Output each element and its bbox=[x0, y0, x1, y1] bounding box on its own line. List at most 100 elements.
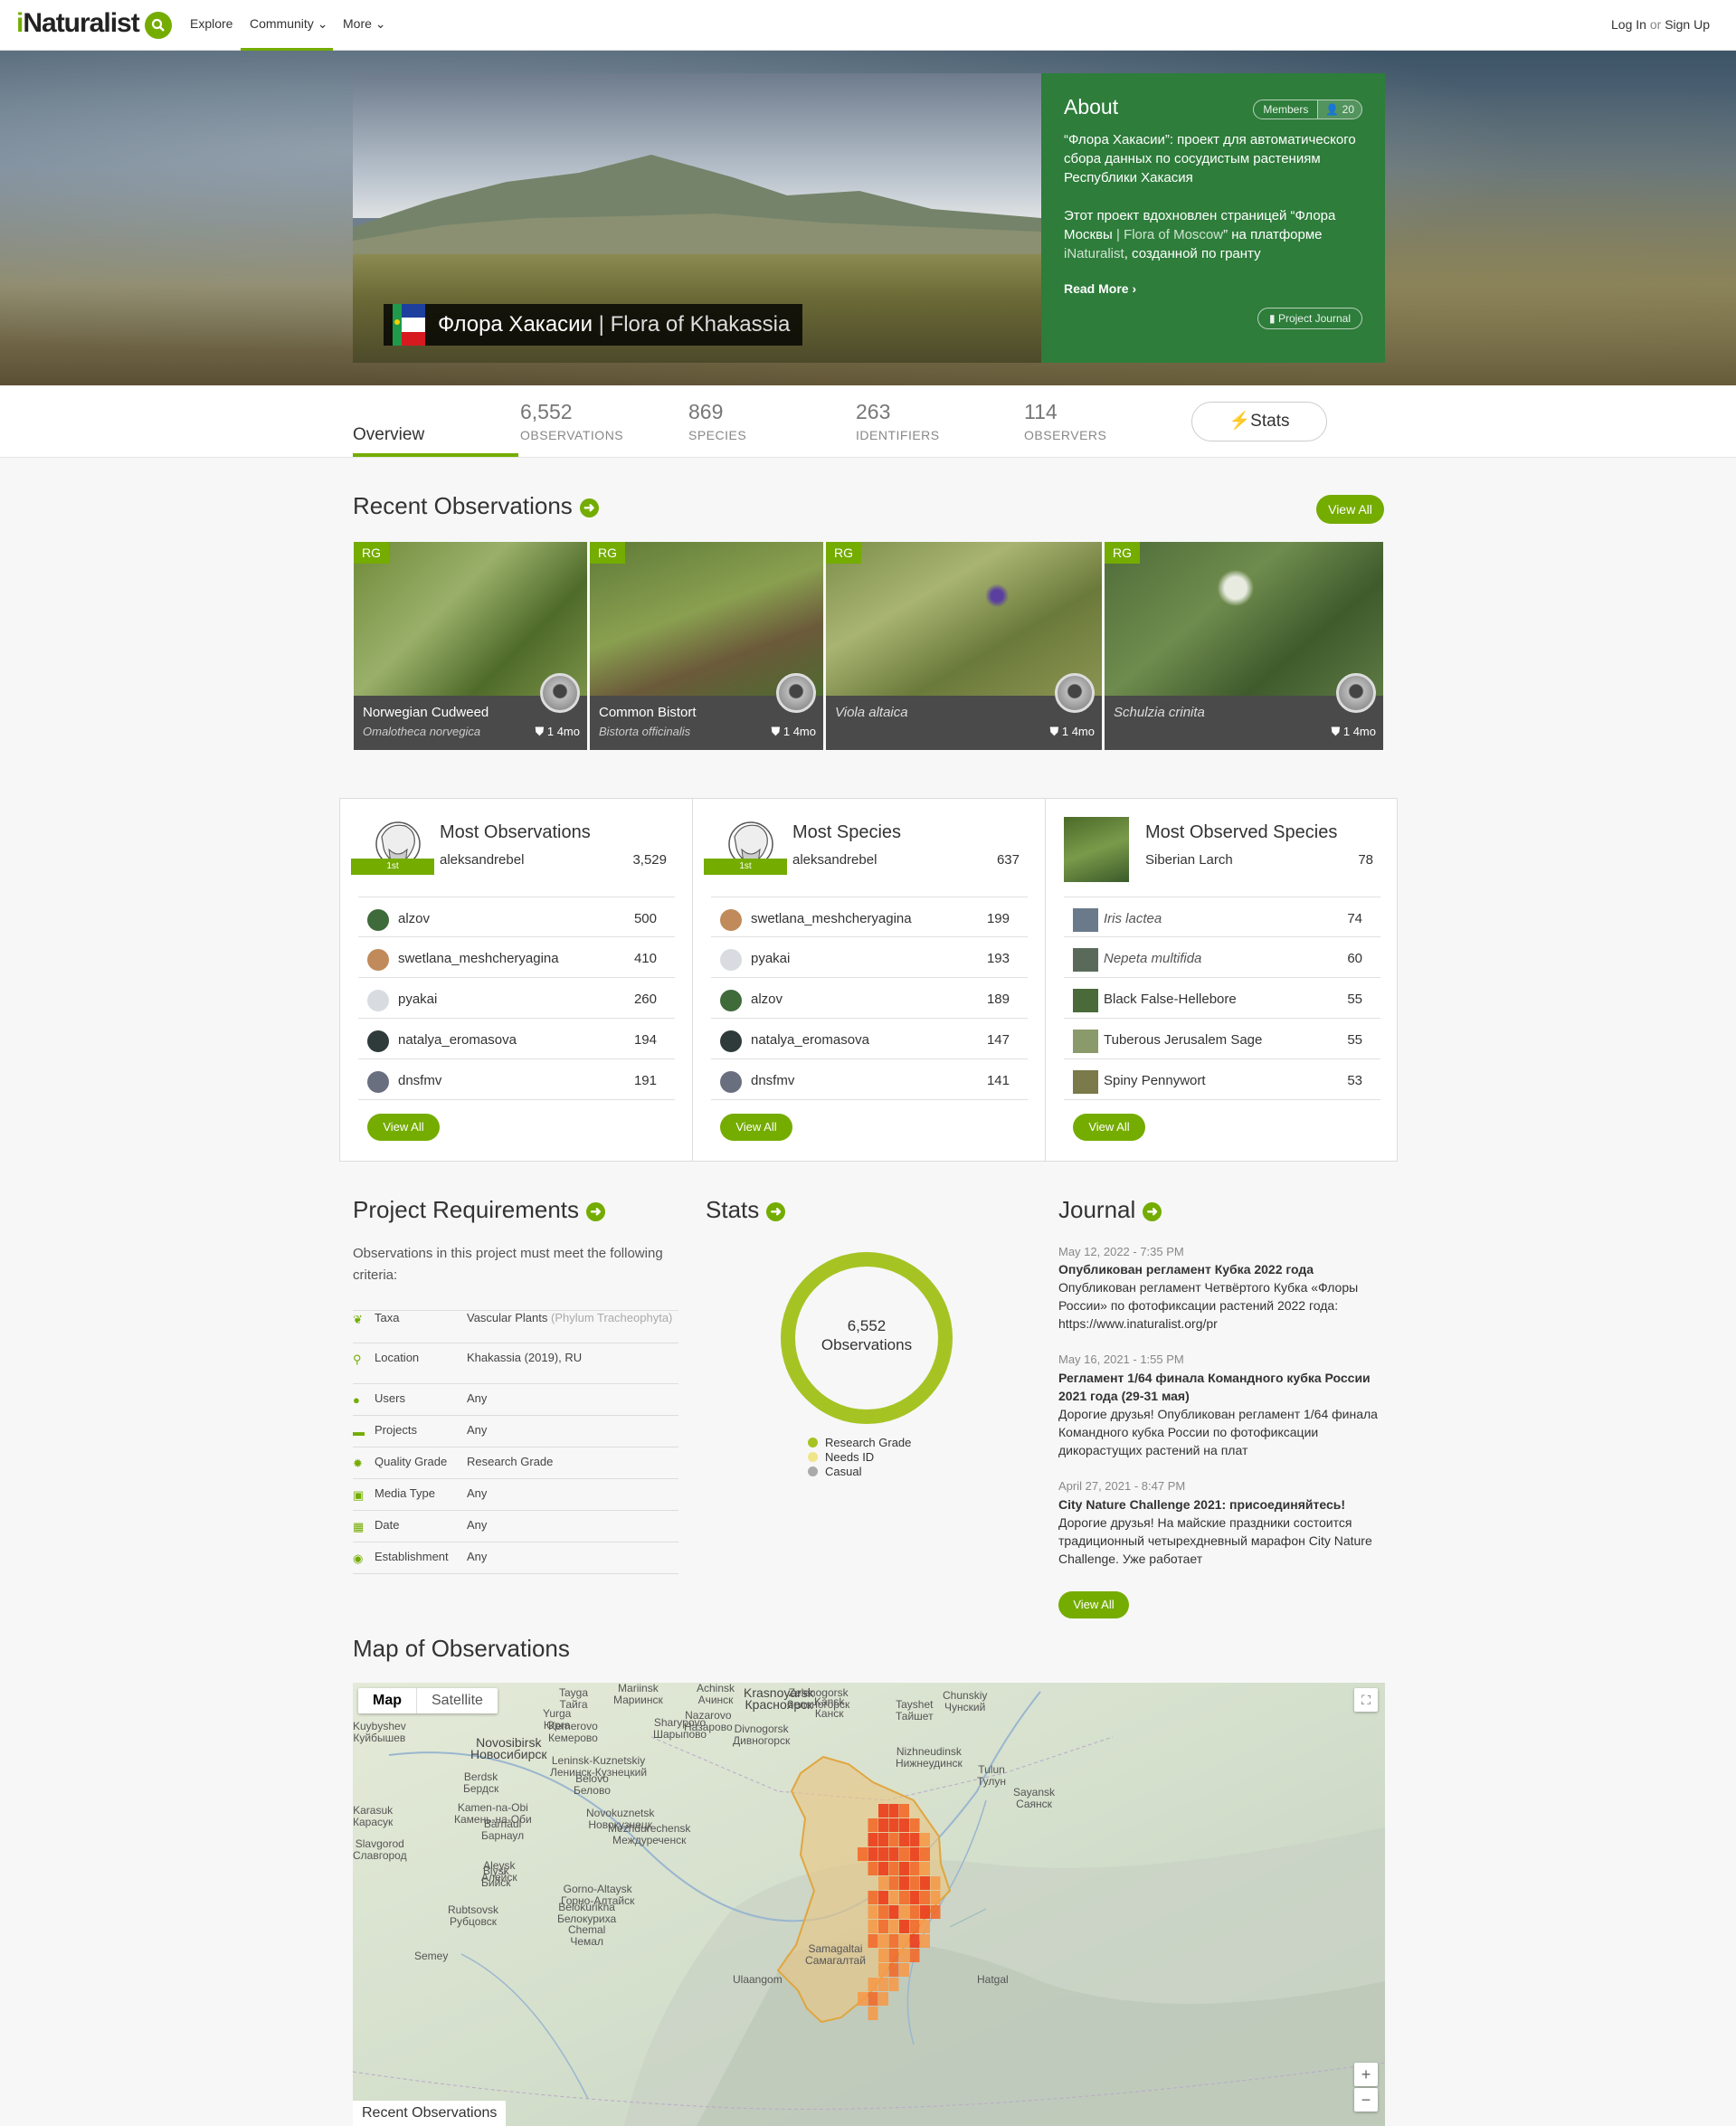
observations-map[interactable]: Novosibirsk Новосибирск Krasnoyarsk Красноя… bbox=[353, 1683, 1385, 2126]
place-link[interactable]: Khakassia (2019), RU bbox=[467, 1351, 582, 1364]
calendar-icon: ▦ bbox=[353, 1520, 365, 1533]
tab-observers[interactable]: 114 OBSERVERS bbox=[1024, 400, 1106, 442]
observation-card[interactable]: RG Common Bistort Bistorta officinalis ⛊… bbox=[590, 542, 823, 750]
journal-view-all-button[interactable]: View All bbox=[1058, 1591, 1129, 1618]
density-cell bbox=[878, 1804, 888, 1818]
most-observations-view-all-button[interactable]: View All bbox=[367, 1114, 440, 1141]
tab-species[interactable]: 869 SPECIES bbox=[688, 400, 746, 442]
observer-avatar[interactable] bbox=[1336, 673, 1376, 713]
density-cell bbox=[878, 1818, 888, 1832]
density-cell bbox=[878, 1847, 888, 1861]
leaderboard-row[interactable]: pyakai 260 bbox=[358, 978, 675, 1019]
project-journal-button[interactable]: ▮ Project Journal bbox=[1257, 308, 1362, 329]
project-requirements-heading[interactable]: Project Requirements ➜ bbox=[353, 1196, 605, 1224]
leaderboard-row[interactable]: dnsfmv 141 bbox=[711, 1059, 1028, 1100]
journal-post-title[interactable]: Регламент 1/64 финала Командного кубка Р… bbox=[1058, 1369, 1384, 1405]
zoom-out-button[interactable]: − bbox=[1354, 2088, 1378, 2112]
top-species-photo[interactable] bbox=[1064, 817, 1129, 882]
signup-link[interactable]: Sign Up bbox=[1665, 17, 1710, 32]
recent-observations-heading[interactable]: Recent Observations ➜ bbox=[353, 492, 599, 520]
nav-more[interactable]: More ⌄ bbox=[343, 16, 386, 32]
stats-button[interactable]: ⚡Stats bbox=[1191, 402, 1327, 441]
map-type-map[interactable]: Map bbox=[358, 1688, 417, 1713]
density-cell bbox=[878, 1833, 888, 1846]
journal-post-title[interactable]: Опубликован регламент Кубка 2022 года bbox=[1058, 1260, 1384, 1278]
map-place-label: Hatgal bbox=[977, 1973, 1009, 1986]
density-cell bbox=[909, 1862, 920, 1875]
zoom-in-button[interactable]: + bbox=[1354, 2063, 1378, 2086]
density-cell bbox=[868, 1920, 878, 1933]
density-cell bbox=[888, 1804, 899, 1818]
login-link[interactable]: Log In bbox=[1611, 17, 1646, 32]
density-cell bbox=[878, 1992, 888, 2006]
stats-heading[interactable]: Stats ➜ bbox=[706, 1196, 786, 1224]
inaturalist-logo[interactable]: iNaturalist bbox=[16, 8, 140, 39]
leaderboard-row[interactable]: alzov 189 bbox=[711, 978, 1028, 1019]
top-user-link[interactable]: aleksandrebel bbox=[792, 852, 877, 868]
density-cell bbox=[868, 1833, 878, 1846]
species-row[interactable]: Black False-Hellebore 55 bbox=[1064, 978, 1380, 1019]
observation-card[interactable]: RG Viola altaica ⛊ 1 4mo bbox=[826, 542, 1102, 750]
most-observed-view-all-button[interactable]: View All bbox=[1073, 1114, 1145, 1141]
nav-community[interactable]: Community ⌄ bbox=[250, 16, 327, 32]
leaderboard-row[interactable]: dnsfmv 191 bbox=[358, 1059, 675, 1100]
density-cell bbox=[909, 1847, 920, 1861]
research-grade-badge: RG bbox=[354, 542, 389, 564]
most-observations-board: 1st Most Observations aleksandrebel 3,52… bbox=[340, 799, 693, 1161]
density-cell bbox=[878, 1862, 888, 1875]
species-row[interactable]: Nepeta multifida 60 bbox=[1064, 937, 1380, 978]
density-cell bbox=[920, 1934, 930, 1948]
tab-identifiers[interactable]: 263 IDENTIFIERS bbox=[856, 400, 940, 442]
species-row[interactable]: Spiny Pennywort 53 bbox=[1064, 1059, 1380, 1100]
legend-dot bbox=[808, 1438, 818, 1447]
species-row[interactable]: Iris lactea 74 bbox=[1064, 897, 1380, 937]
observation-card[interactable]: RG Schulzia crinita ⛊ 1 4mo bbox=[1105, 542, 1383, 750]
leaderboard-row[interactable]: swetlana_meshcheryagina 199 bbox=[711, 897, 1028, 937]
members-button[interactable]: Members 👤 20 bbox=[1253, 100, 1362, 119]
map-heading: Map of Observations bbox=[353, 1635, 570, 1662]
leaderboard-row[interactable]: natalya_eromasova 147 bbox=[711, 1019, 1028, 1059]
density-cell bbox=[899, 1818, 909, 1832]
leaderboard-row[interactable]: alzov 500 bbox=[358, 897, 675, 937]
observer-avatar[interactable] bbox=[776, 673, 816, 713]
fullscreen-icon[interactable]: ⛶ bbox=[1354, 1688, 1378, 1712]
density-cell bbox=[878, 1949, 888, 1962]
observer-avatar[interactable] bbox=[1055, 673, 1095, 713]
density-cell bbox=[909, 1891, 920, 1904]
leaderboard-row[interactable]: natalya_eromasova 194 bbox=[358, 1019, 675, 1059]
journal-post-title[interactable]: City Nature Challenge 2021: присоединяйт… bbox=[1058, 1495, 1384, 1514]
search-icon bbox=[151, 18, 165, 32]
top-species-link[interactable]: Siberian Larch bbox=[1145, 852, 1233, 868]
leaderboard-row[interactable]: pyakai 193 bbox=[711, 937, 1028, 978]
recent-view-all-button[interactable]: View All bbox=[1316, 495, 1384, 524]
nav-explore[interactable]: Explore bbox=[190, 16, 232, 31]
density-cell bbox=[920, 1876, 930, 1890]
map-place-label: Zelenogorsk Зеленогорск bbox=[787, 1686, 850, 1711]
density-cell bbox=[930, 1891, 941, 1904]
tab-overview[interactable]: Overview bbox=[353, 425, 424, 445]
observation-card[interactable]: RG Norwegian Cudweed Omalotheca norvegic… bbox=[354, 542, 587, 750]
map-place-label: Kamen-na-Obi Камень-на-Оби bbox=[454, 1801, 532, 1826]
map-recent-observations-tab[interactable]: Recent Observations bbox=[353, 2101, 507, 2126]
read-more-link[interactable]: Read More › bbox=[1064, 281, 1136, 296]
top-user-count: 637 bbox=[996, 852, 1020, 868]
observation-meta: ⛊ 1 4mo bbox=[1331, 725, 1376, 738]
tab-observations[interactable]: 6,552 OBSERVATIONS bbox=[520, 400, 623, 442]
map-type-satellite[interactable]: Satellite bbox=[417, 1688, 498, 1713]
location-pin-icon: ⚲ bbox=[353, 1352, 362, 1366]
arrow-right-icon: ➜ bbox=[586, 1202, 605, 1221]
observer-avatar[interactable] bbox=[540, 673, 580, 713]
density-cell bbox=[888, 1920, 899, 1933]
most-species-view-all-button[interactable]: View All bbox=[720, 1114, 792, 1141]
search-button[interactable] bbox=[145, 12, 172, 39]
density-cell bbox=[868, 1905, 878, 1919]
observation-common-name: Norwegian Cudweed bbox=[363, 705, 489, 720]
journal-heading[interactable]: Journal ➜ bbox=[1058, 1196, 1162, 1224]
top-user-link[interactable]: aleksandrebel bbox=[440, 852, 524, 868]
requirement-row: ▬ Projects Any bbox=[353, 1423, 678, 1447]
leaderboard-row[interactable]: swetlana_meshcheryagina 410 bbox=[358, 937, 675, 978]
species-row[interactable]: Tuberous Jerusalem Sage 55 bbox=[1064, 1019, 1380, 1059]
taxon-link[interactable]: Vascular Plants bbox=[467, 1311, 547, 1324]
density-cell bbox=[899, 1934, 909, 1948]
density-cell bbox=[899, 1963, 909, 1977]
